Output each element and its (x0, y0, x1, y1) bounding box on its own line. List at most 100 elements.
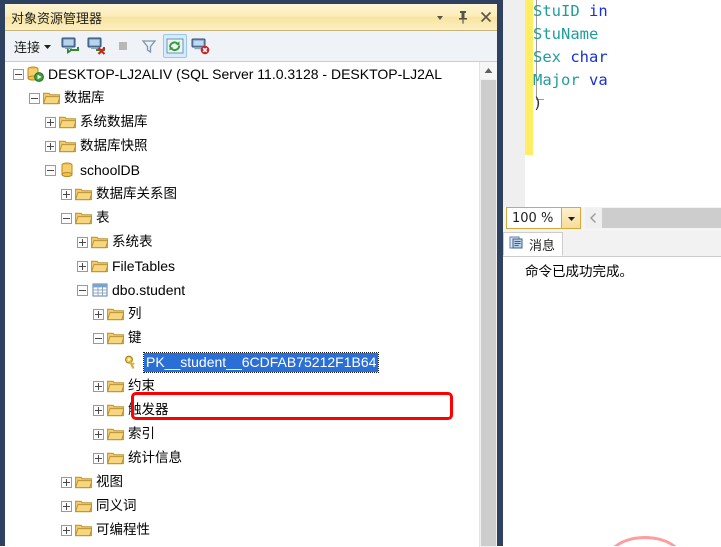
title-bar-buttons (433, 4, 493, 30)
pin-icon[interactable] (456, 9, 470, 25)
panel-title: 对象资源管理器 (11, 11, 103, 27)
editor-line: Sex char (533, 46, 721, 69)
tree-item[interactable]: 索引 (5, 422, 497, 446)
editor-line: Major va (533, 69, 721, 92)
tree-item-label: 系统表 (112, 234, 153, 250)
folder-icon (75, 186, 92, 202)
pink-arc-decoration (600, 530, 710, 546)
tree-item-label: schoolDB (80, 162, 140, 178)
tree-item[interactable]: 同义词 (5, 494, 497, 518)
zoom-level-combobox[interactable]: 100 % (506, 207, 581, 229)
tree-item[interactable]: Service Broker (5, 542, 497, 547)
editor-token: Major (533, 71, 589, 89)
object-explorer-tree[interactable]: DESKTOP-LJ2ALIV (SQL Server 11.0.3128 - … (5, 62, 497, 547)
tree-item[interactable]: 约束 (5, 374, 497, 398)
editor-line: StuName (533, 23, 721, 46)
remove-disconnected-servers-icon[interactable] (189, 34, 213, 58)
connect-button[interactable]: 连接 (10, 35, 57, 58)
expand-icon[interactable] (61, 524, 72, 536)
editor-token: va (589, 71, 608, 89)
editor-token: in (589, 2, 608, 20)
collapse-icon[interactable] (45, 164, 56, 176)
connect-object-explorer-icon[interactable] (59, 34, 83, 58)
messages-pane: 消息 命令已成功完成。 (503, 231, 721, 546)
tree-item[interactable]: 可编程性 (5, 518, 497, 542)
tab-messages[interactable]: 消息 (503, 232, 564, 256)
expand-icon[interactable] (45, 116, 56, 128)
editor-change-bar (525, 0, 533, 155)
disconnect-object-explorer-icon[interactable] (85, 34, 109, 58)
object-explorer-panel: 对象资源管理器 连接 DESKTOP-LJ2ALIV (SQL Server 1… (5, 4, 497, 547)
editor-scroll-track[interactable] (602, 208, 721, 228)
close-icon[interactable] (479, 9, 493, 25)
scroll-up-arrow-icon[interactable] (480, 62, 497, 79)
object-explorer-title-bar[interactable]: 对象资源管理器 (5, 4, 497, 31)
expand-icon[interactable] (93, 452, 104, 464)
tree-item-selected[interactable]: PK__student__6CDFAB75212F1B64 (5, 350, 497, 374)
folder-icon (91, 234, 108, 250)
messages-body[interactable]: 命令已成功完成。 (503, 257, 721, 282)
expand-icon[interactable] (93, 380, 104, 392)
expand-icon[interactable] (45, 140, 56, 152)
tree-item[interactable]: 系统数据库 (5, 110, 497, 134)
tree-item-label: 统计信息 (128, 450, 182, 466)
expand-icon[interactable] (93, 404, 104, 416)
expand-icon[interactable] (93, 308, 104, 320)
expand-icon[interactable] (77, 236, 88, 248)
refresh-icon[interactable] (163, 34, 188, 58)
expand-icon[interactable] (61, 188, 72, 200)
editor-line: ) (533, 92, 721, 115)
folder-icon (91, 258, 108, 274)
tree-item[interactable]: 视图 (5, 470, 497, 494)
tree-item[interactable]: DESKTOP-LJ2ALIV (SQL Server 11.0.3128 - … (5, 62, 497, 86)
collapse-icon[interactable] (13, 68, 24, 80)
tree-item[interactable]: 数据库 (5, 86, 497, 110)
dock-border-left (0, 0, 5, 546)
expand-icon[interactable] (61, 500, 72, 512)
folder-icon (107, 378, 124, 394)
scroll-left-arrow-icon[interactable] (585, 208, 602, 228)
editor-indicator-margin (503, 0, 525, 210)
tree-item[interactable]: 表 (5, 206, 497, 230)
window-menu-icon[interactable] (433, 9, 447, 25)
expand-icon[interactable] (93, 428, 104, 440)
tree-item[interactable]: schoolDB (5, 158, 497, 182)
tree-item[interactable]: 列 (5, 302, 497, 326)
tree-item-label: 约束 (128, 378, 155, 394)
collapse-icon[interactable] (61, 212, 72, 224)
sql-editor[interactable]: StuID in StuName Sex char Major va) (503, 0, 721, 210)
folder-icon (107, 306, 124, 322)
tree-item[interactable]: 触发器 (5, 398, 497, 422)
collapse-icon[interactable] (77, 284, 88, 296)
tree-item-label: dbo.student (112, 282, 186, 298)
tree-item-label: 表 (96, 210, 110, 226)
folder-icon (75, 210, 92, 226)
scrollbar-thumb[interactable] (481, 80, 496, 546)
tree-item[interactable]: 统计信息 (5, 446, 497, 470)
tree-item[interactable]: FileTables (5, 254, 497, 278)
folder-icon (59, 138, 76, 154)
chevron-down-icon (44, 44, 52, 49)
tree-item[interactable]: 数据库快照 (5, 134, 497, 158)
editor-token: ) (533, 94, 543, 112)
collapse-icon[interactable] (93, 332, 104, 344)
collapse-icon[interactable] (29, 92, 40, 104)
filter-icon[interactable] (137, 34, 161, 58)
expand-icon[interactable] (77, 260, 88, 272)
results-tab-strip: 消息 (503, 231, 721, 257)
tree-item[interactable]: 系统表 (5, 230, 497, 254)
expand-icon[interactable] (61, 476, 72, 488)
tree-item-label: 数据库 (64, 90, 105, 106)
zoom-level-value: 100 % (512, 210, 554, 226)
tree-item-label: FileTables (112, 258, 176, 274)
tree-item-label: 触发器 (128, 402, 169, 418)
tree-item[interactable]: 数据库关系图 (5, 182, 497, 206)
editor-token: StuName (533, 25, 608, 43)
tree-item-label: 视图 (96, 474, 123, 490)
editor-line: StuID in (533, 0, 721, 23)
tree-vertical-scrollbar[interactable] (479, 62, 497, 547)
chevron-down-icon[interactable] (561, 208, 580, 228)
tree-item[interactable]: dbo.student (5, 278, 497, 302)
tree-item-label: PK__student__6CDFAB75212F1B64 (142, 351, 380, 373)
tree-item[interactable]: 键 (5, 326, 497, 350)
